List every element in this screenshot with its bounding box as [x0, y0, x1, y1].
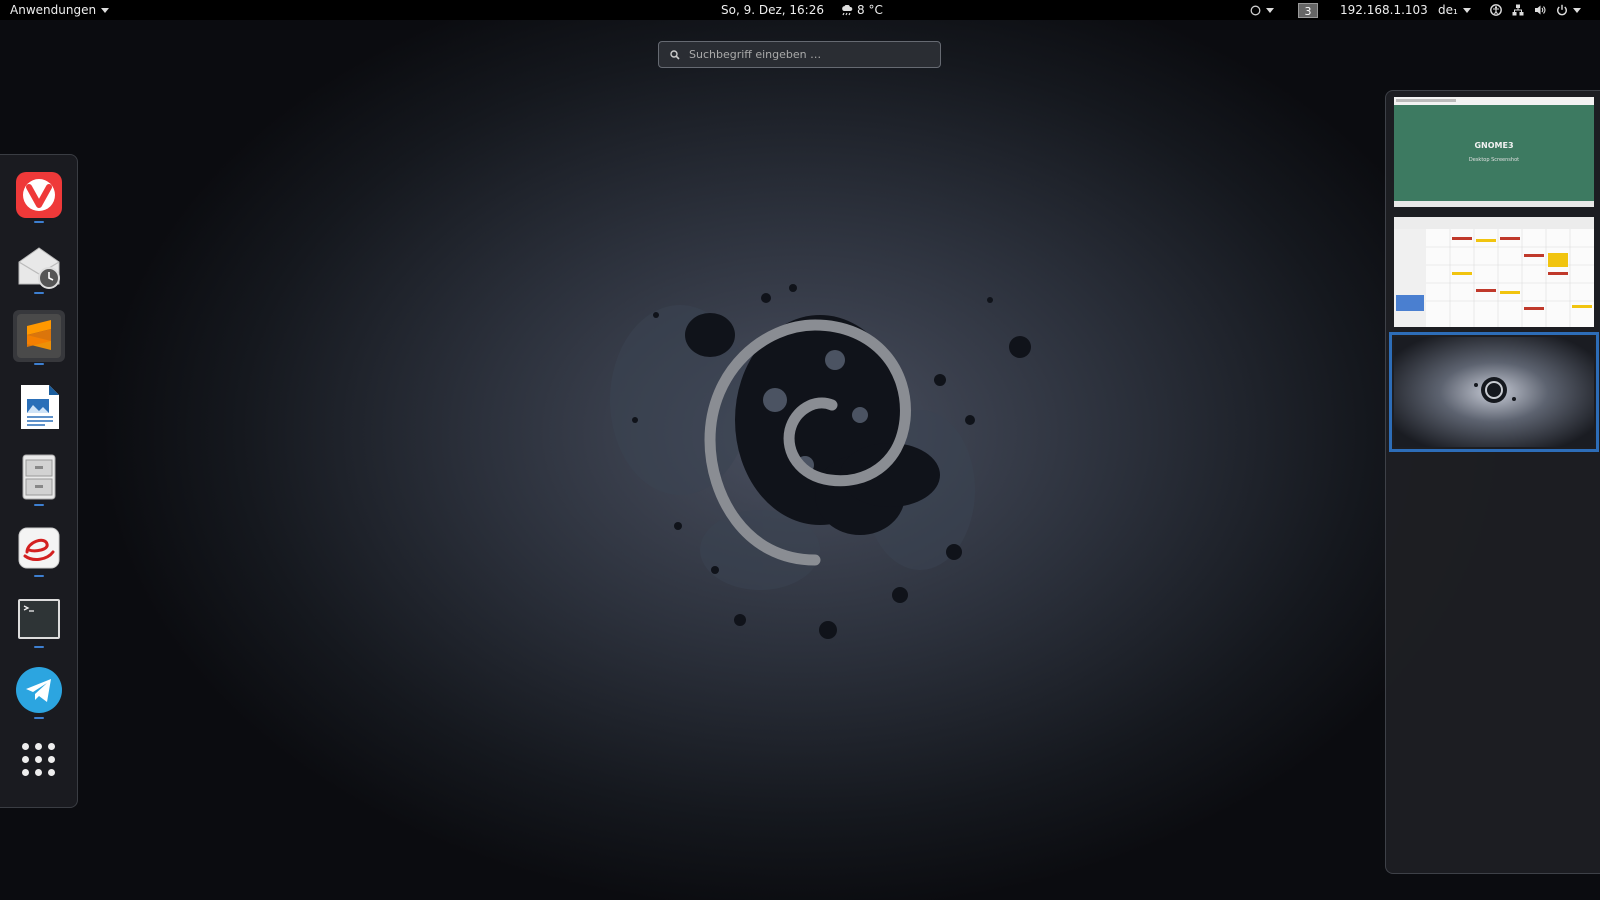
running-indicator	[34, 575, 44, 577]
power-icon	[1556, 4, 1568, 16]
network-wired-icon	[1512, 4, 1524, 16]
writer-icon	[21, 385, 59, 429]
chevron-down-icon	[1462, 7, 1471, 13]
mail-clock-icon	[18, 247, 60, 289]
dash-item-mail-notification[interactable]	[13, 240, 65, 292]
running-indicator	[34, 221, 44, 223]
thumb1-subtitle: Desktop Screenshot	[1468, 157, 1520, 163]
dash-item-telegram[interactable]	[13, 664, 65, 716]
thumb1-title: GNOME3	[1474, 141, 1514, 150]
weather-indicator[interactable]: 8 °C	[841, 0, 883, 20]
desktop-wallpaper-preview	[1394, 337, 1594, 447]
running-indicator	[34, 292, 44, 294]
status-indicator-menu[interactable]	[1250, 0, 1274, 20]
app-grid-icon	[13, 735, 65, 787]
desktop-wallpaper	[560, 240, 1060, 670]
dash-item-sublime-text[interactable]	[13, 310, 65, 362]
cloud-rain-icon	[841, 4, 853, 16]
system-menu[interactable]	[1490, 0, 1581, 20]
keyboard-layout-menu[interactable]: de₁	[1438, 0, 1471, 20]
running-indicator	[34, 646, 44, 648]
debian-swirl-splatter	[610, 284, 1031, 639]
workspace-thumbnail-1[interactable]: GNOME3 Desktop Screenshot	[1394, 97, 1594, 207]
search-icon	[670, 45, 680, 64]
dash-item-files[interactable]	[13, 451, 65, 503]
workspace-switcher: GNOME3 Desktop Screenshot	[1385, 90, 1600, 874]
chevron-down-icon	[101, 7, 110, 13]
chevron-down-icon	[1573, 7, 1581, 13]
terminal-icon	[18, 599, 60, 639]
keyboard-layout-label: de₁	[1438, 3, 1458, 17]
workspace-indicator[interactable]: 3	[1298, 0, 1318, 20]
search-box[interactable]	[658, 41, 941, 68]
circle-outline-icon	[1250, 5, 1261, 16]
dash-item-libreoffice-writer[interactable]	[13, 381, 65, 433]
vivaldi-icon	[16, 172, 62, 218]
presentation-window-preview	[1394, 97, 1594, 207]
search-input[interactable]	[689, 48, 919, 61]
clock[interactable]: So, 9. Dez, 16:26	[721, 0, 824, 20]
evolution-icon	[18, 527, 60, 569]
volume-icon	[1534, 4, 1546, 16]
applications-menu-label: Anwendungen	[10, 3, 97, 17]
file-cabinet-icon	[22, 454, 56, 500]
clock-label: So, 9. Dez, 16:26	[721, 3, 824, 17]
applications-menu[interactable]: Anwendungen	[10, 0, 110, 20]
dash	[0, 154, 78, 808]
calendar-window-preview	[1394, 217, 1594, 327]
running-indicator	[34, 717, 44, 719]
workspace-thumbnail-3[interactable]	[1389, 332, 1599, 452]
workspace-number: 3	[1298, 2, 1318, 18]
chevron-down-icon	[1266, 7, 1274, 13]
running-indicator	[34, 363, 44, 365]
workspace-thumbnail-2[interactable]	[1394, 217, 1594, 327]
accessibility-icon	[1490, 4, 1502, 16]
weather-label: 8 °C	[857, 3, 883, 17]
dash-item-terminal[interactable]	[13, 593, 65, 645]
dash-item-vivaldi[interactable]	[13, 169, 65, 221]
show-applications-button[interactable]	[13, 735, 65, 787]
telegram-icon	[16, 667, 62, 713]
sublime-text-icon	[17, 314, 61, 358]
running-indicator	[34, 504, 44, 506]
ip-address-label: 192.168.1.103	[1340, 3, 1428, 17]
dash-item-evolution[interactable]	[13, 522, 65, 574]
ip-address-indicator[interactable]: 192.168.1.103	[1340, 0, 1428, 20]
top-bar: Anwendungen So, 9. Dez, 16:26 8 °C 3 192…	[0, 0, 1600, 20]
